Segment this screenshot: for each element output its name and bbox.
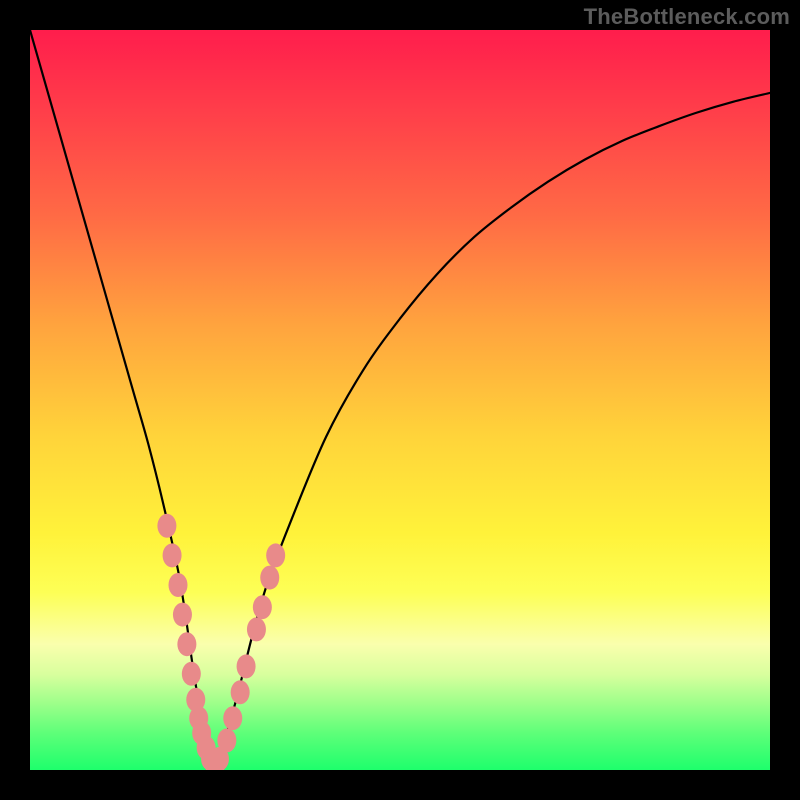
curve-marker [157, 514, 176, 538]
chart-svg [30, 30, 770, 770]
watermark-text: TheBottleneck.com [584, 4, 790, 30]
plot-area [30, 30, 770, 770]
curve-marker [169, 573, 188, 597]
curve-marker [237, 654, 256, 678]
curve-marker [163, 543, 182, 567]
curve-marker [173, 603, 192, 627]
bottleneck-curve [30, 30, 770, 770]
curve-marker [260, 566, 279, 590]
curve-marker [253, 595, 272, 619]
curve-marker [217, 728, 236, 752]
curve-marker [266, 543, 285, 567]
curve-marker [177, 632, 196, 656]
curve-marker [223, 706, 242, 730]
curve-marker [182, 662, 201, 686]
marker-cluster [157, 514, 285, 770]
curve-marker [231, 680, 250, 704]
curve-marker [247, 617, 266, 641]
chart-frame: TheBottleneck.com [0, 0, 800, 800]
